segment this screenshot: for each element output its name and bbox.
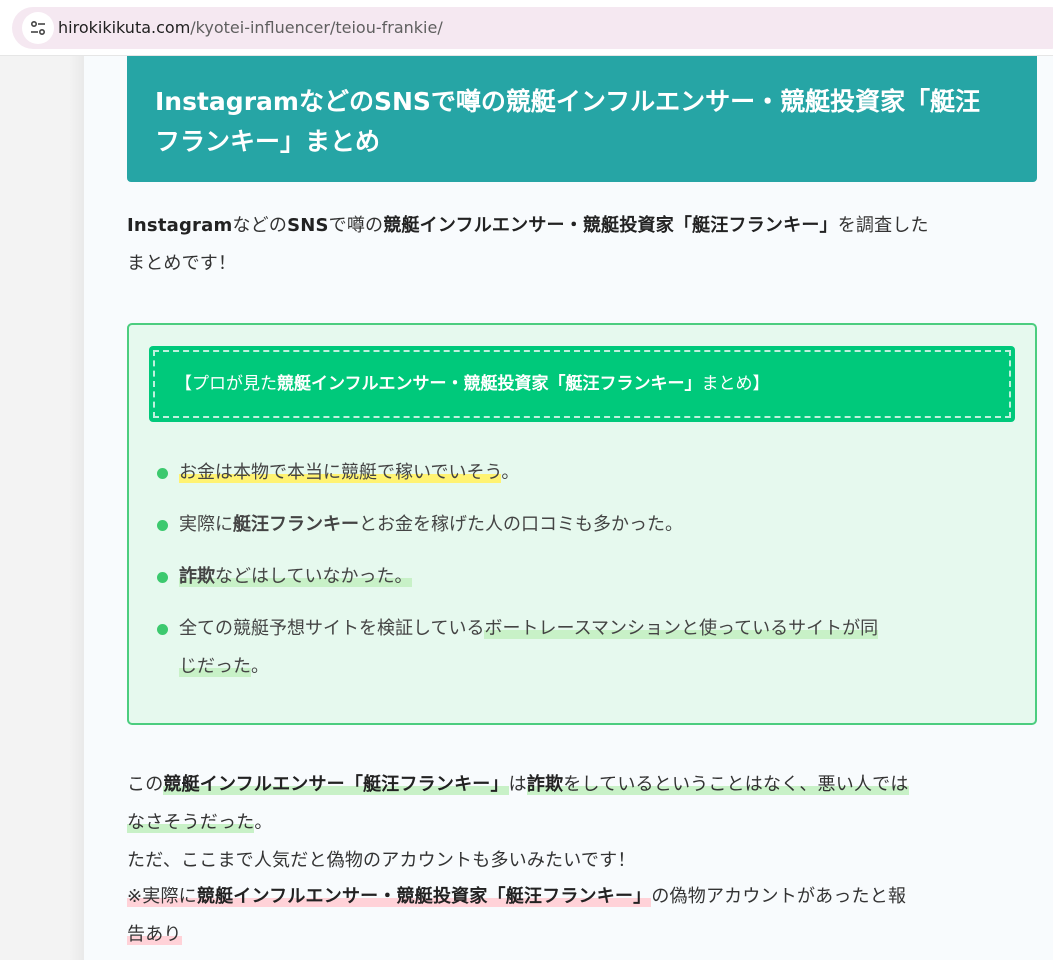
site-info-tune-icon: [30, 20, 46, 36]
address-bar[interactable]: hirokikikuta.com/kyotei-influencer/teiou…: [12, 7, 1053, 49]
intro-paragraph: InstagramなどのSNSで噂の競艇インフルエンサー・競艇投資家「艇汪フラン…: [127, 215, 929, 274]
site-info-button[interactable]: [22, 12, 54, 44]
bullet-dot-icon: [157, 624, 168, 635]
fake-account-note: ※実際に競艇インフルエンサー・競艇投資家「艇汪フランキー」の偽物アカウントがあっ…: [127, 886, 907, 945]
bullet-dot-icon: [157, 572, 168, 583]
list-item: 全ての競艇予想サイトを検証しているボートレースマンションと使っているサイトが同じ…: [157, 610, 1007, 686]
closing-paragraph: この競艇インフルエンサー「艇汪フランキー」は詐欺をしているということはなく、悪い…: [127, 774, 909, 833]
summary-box: 【プロが見た競艇インフルエンサー・競艇投資家「艇汪フランキー」まとめ】 お金は本…: [127, 323, 1037, 725]
closing-note-line: ただ、ここまで人気だと偽物のアカウントも多いみたいです！: [127, 850, 636, 871]
bullet-dot-icon: [157, 468, 168, 479]
browser-toolbar: hirokikikuta.com/kyotei-influencer/teiou…: [0, 0, 1053, 56]
page-left-margin: [0, 56, 84, 960]
list-item: お金は本物で本当に競艇で稼いでいそう。: [157, 454, 1007, 492]
bullet-dot-icon: [157, 520, 168, 531]
summary-box-title: 【プロが見た競艇インフルエンサー・競艇投資家「艇汪フランキー」まとめ】: [149, 346, 1015, 422]
url-text[interactable]: hirokikikuta.com/kyotei-influencer/teiou…: [58, 18, 443, 38]
list-item: 実際に艇汪フランキーとお金を稼げた人の口コミも多かった。: [157, 506, 1007, 544]
section-heading: InstagramなどのSNSで噂の競艇インフルエンサー・競艇投資家「艇汪 フラ…: [127, 56, 1037, 182]
list-item: 詐欺などはしていなかった。: [157, 558, 1007, 596]
